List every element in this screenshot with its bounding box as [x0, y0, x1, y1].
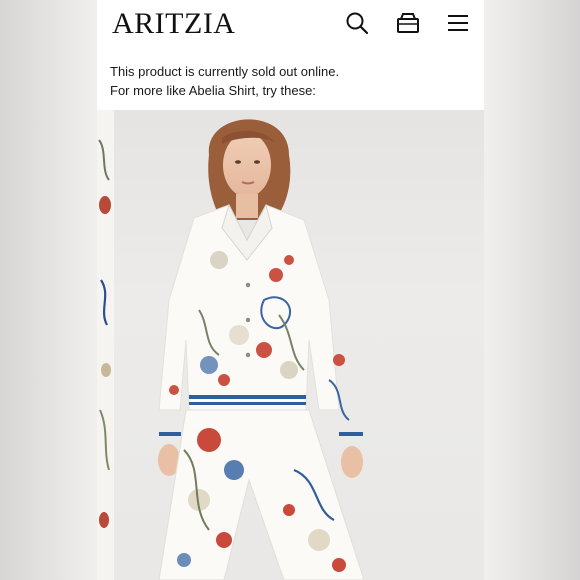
- bag-icon[interactable]: [395, 10, 421, 36]
- header: ARITZIA: [97, 0, 484, 48]
- search-icon[interactable]: [344, 10, 370, 36]
- previous-slide-image[interactable]: [97, 110, 115, 580]
- menu-icon[interactable]: [445, 10, 471, 36]
- recommendation-message: For more like Abelia Shirt, try these:: [110, 83, 316, 98]
- sold-out-message: This product is currently sold out onlin…: [110, 64, 340, 79]
- sold-out-notice: This product is currently sold out onlin…: [110, 62, 470, 100]
- product-page: ARITZIA This product is currently sold o…: [97, 0, 484, 580]
- product-image-carousel[interactable]: [97, 110, 484, 580]
- product-photo: [114, 110, 484, 580]
- brand-logo[interactable]: ARITZIA: [112, 6, 235, 42]
